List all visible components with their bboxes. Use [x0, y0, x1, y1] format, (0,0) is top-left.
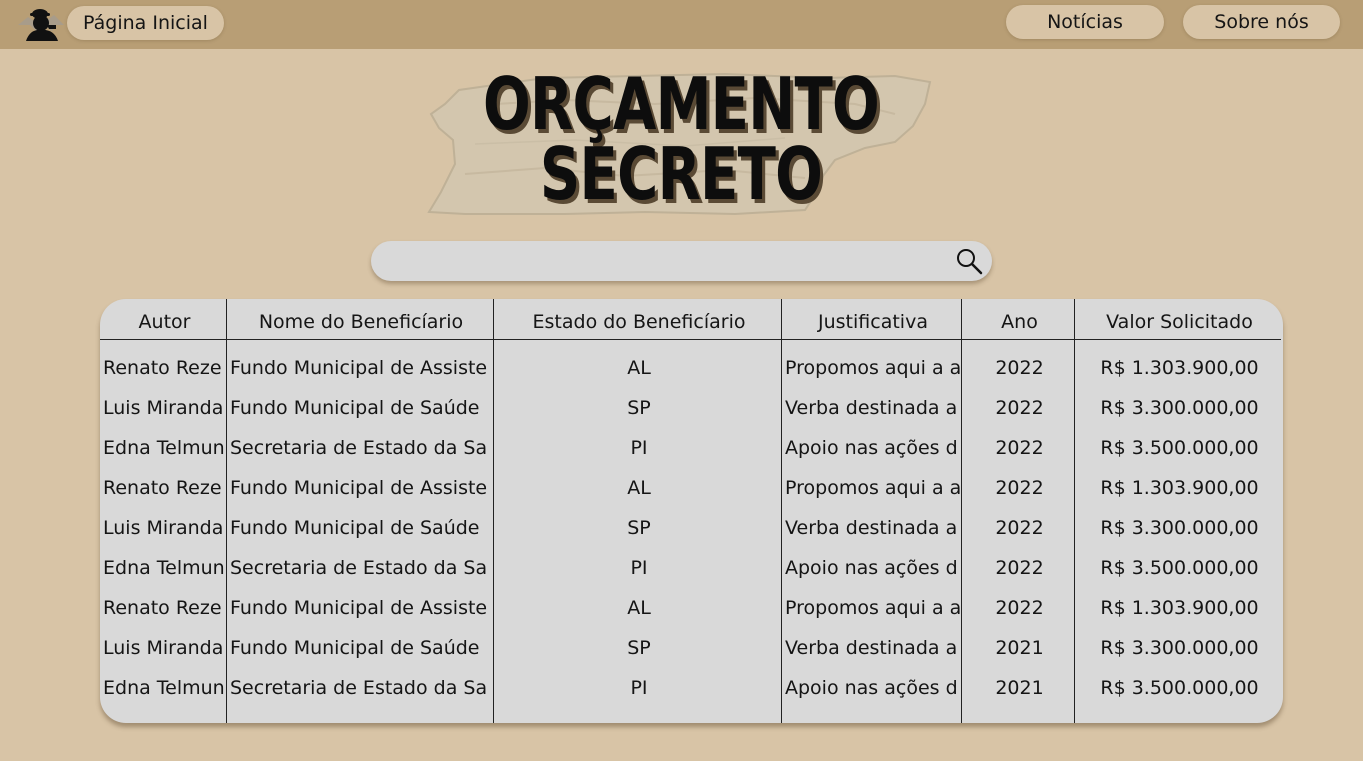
cell-ano: 2022: [995, 597, 1044, 619]
cell-valor: R$ 1.303.900,00: [1100, 597, 1259, 619]
cell-beneficiario: Fundo Municipal de Assiste: [230, 597, 488, 619]
cell-justificativa: Apoio nas ações d: [785, 437, 958, 459]
cell-valor: R$ 3.300.000,00: [1100, 517, 1259, 539]
cell-estado: PI: [630, 677, 648, 699]
cell-valor: R$ 1.303.900,00: [1100, 477, 1259, 499]
column-divider: [1074, 299, 1075, 723]
header-justificativa: Justificativa: [818, 311, 928, 333]
column-divider: [961, 299, 962, 723]
cell-justificativa: Verba destinada a: [785, 517, 958, 539]
cell-autor: Renato Reze: [103, 597, 222, 619]
cell-justificativa: Apoio nas ações d: [785, 557, 958, 579]
data-table: Autor Nome do Beneficíario Estado do Benef…: [100, 299, 1283, 723]
cell-justificativa: Apoio nas ações d: [785, 677, 958, 699]
nav-about-label: Sobre nós: [1214, 11, 1309, 33]
cell-beneficiario: Secretaria de Estado da Sa: [230, 557, 488, 579]
cell-justificativa: Propomos aqui a a: [785, 357, 961, 379]
header-estado: Estado do Beneficíario: [532, 311, 746, 333]
cell-beneficiario: Secretaria de Estado da Sa: [230, 437, 488, 459]
cell-justificativa: Propomos aqui a a: [785, 477, 961, 499]
search-icon[interactable]: [955, 247, 983, 275]
cell-valor: R$ 3.500.000,00: [1100, 557, 1259, 579]
cell-estado: AL: [627, 357, 651, 379]
header-valor: Valor Solicitado: [1106, 311, 1253, 333]
cell-ano: 2021: [995, 677, 1044, 699]
cell-autor: Edna Telmun: [103, 557, 225, 579]
cell-autor: Renato Reze: [103, 477, 222, 499]
cell-ano: 2022: [995, 477, 1044, 499]
cell-estado: AL: [627, 597, 651, 619]
cell-justificativa: Verba destinada a: [785, 637, 958, 659]
header-autor: Autor: [138, 311, 191, 333]
nav-news-label: Notícias: [1047, 11, 1123, 33]
cell-autor: Luis Miranda: [103, 637, 224, 659]
cell-autor: Luis Miranda: [103, 397, 224, 419]
title-line-1: ORÇAMENTO: [483, 62, 880, 146]
cell-estado: PI: [630, 437, 648, 459]
cell-ano: 2021: [995, 637, 1044, 659]
cell-justificativa: Verba destinada a: [785, 397, 958, 419]
cell-valor: R$ 1.303.900,00: [1100, 357, 1259, 379]
top-navbar: Página Inicial Notícias Sobre nós: [0, 0, 1363, 49]
search-input[interactable]: [389, 241, 953, 283]
cell-ano: 2022: [995, 517, 1044, 539]
column-divider: [226, 299, 227, 723]
cell-autor: Renato Reze: [103, 357, 222, 379]
cell-beneficiario: Fundo Municipal de Assiste: [230, 357, 488, 379]
cell-valor: R$ 3.500.000,00: [1100, 437, 1259, 459]
cell-beneficiario: Fundo Municipal de Saúde: [230, 397, 480, 419]
cell-beneficiario: Fundo Municipal de Assiste: [230, 477, 488, 499]
title-line-2: SECRETO: [539, 132, 823, 216]
cell-ano: 2022: [995, 397, 1044, 419]
cell-beneficiario: Fundo Municipal de Saúde: [230, 517, 480, 539]
header-ano: Ano: [1001, 311, 1038, 333]
cell-valor: R$ 3.300.000,00: [1100, 637, 1259, 659]
nav-news-button[interactable]: Notícias: [1006, 5, 1164, 39]
cell-valor: R$ 3.300.000,00: [1100, 397, 1259, 419]
cell-ano: 2022: [995, 357, 1044, 379]
cell-autor: Luis Miranda: [103, 517, 224, 539]
column-divider: [781, 299, 782, 723]
search-bar[interactable]: [371, 241, 992, 283]
nav-home-label: Página Inicial: [83, 12, 208, 34]
cell-estado: AL: [627, 477, 651, 499]
cell-autor: Edna Telmun: [103, 437, 225, 459]
page-title: ORÇAMENTO SECRETO: [425, 64, 937, 224]
cell-estado: SP: [627, 637, 651, 659]
cell-beneficiario: Secretaria de Estado da Sa: [230, 677, 488, 699]
column-divider: [493, 299, 494, 723]
cell-estado: PI: [630, 557, 648, 579]
cell-ano: 2022: [995, 437, 1044, 459]
nav-home-button[interactable]: Página Inicial: [67, 6, 224, 40]
cell-estado: SP: [627, 397, 651, 419]
header-beneficiario: Nome do Beneficíario: [258, 311, 464, 333]
cell-justificativa: Propomos aqui a a: [785, 597, 961, 619]
cell-estado: SP: [627, 517, 651, 539]
nav-about-button[interactable]: Sobre nós: [1183, 5, 1340, 39]
cell-valor: R$ 3.500.000,00: [1100, 677, 1259, 699]
cell-ano: 2022: [995, 557, 1044, 579]
cell-beneficiario: Fundo Municipal de Saúde: [230, 637, 480, 659]
cell-autor: Edna Telmun: [103, 677, 225, 699]
detective-logo-icon[interactable]: [16, 3, 66, 43]
